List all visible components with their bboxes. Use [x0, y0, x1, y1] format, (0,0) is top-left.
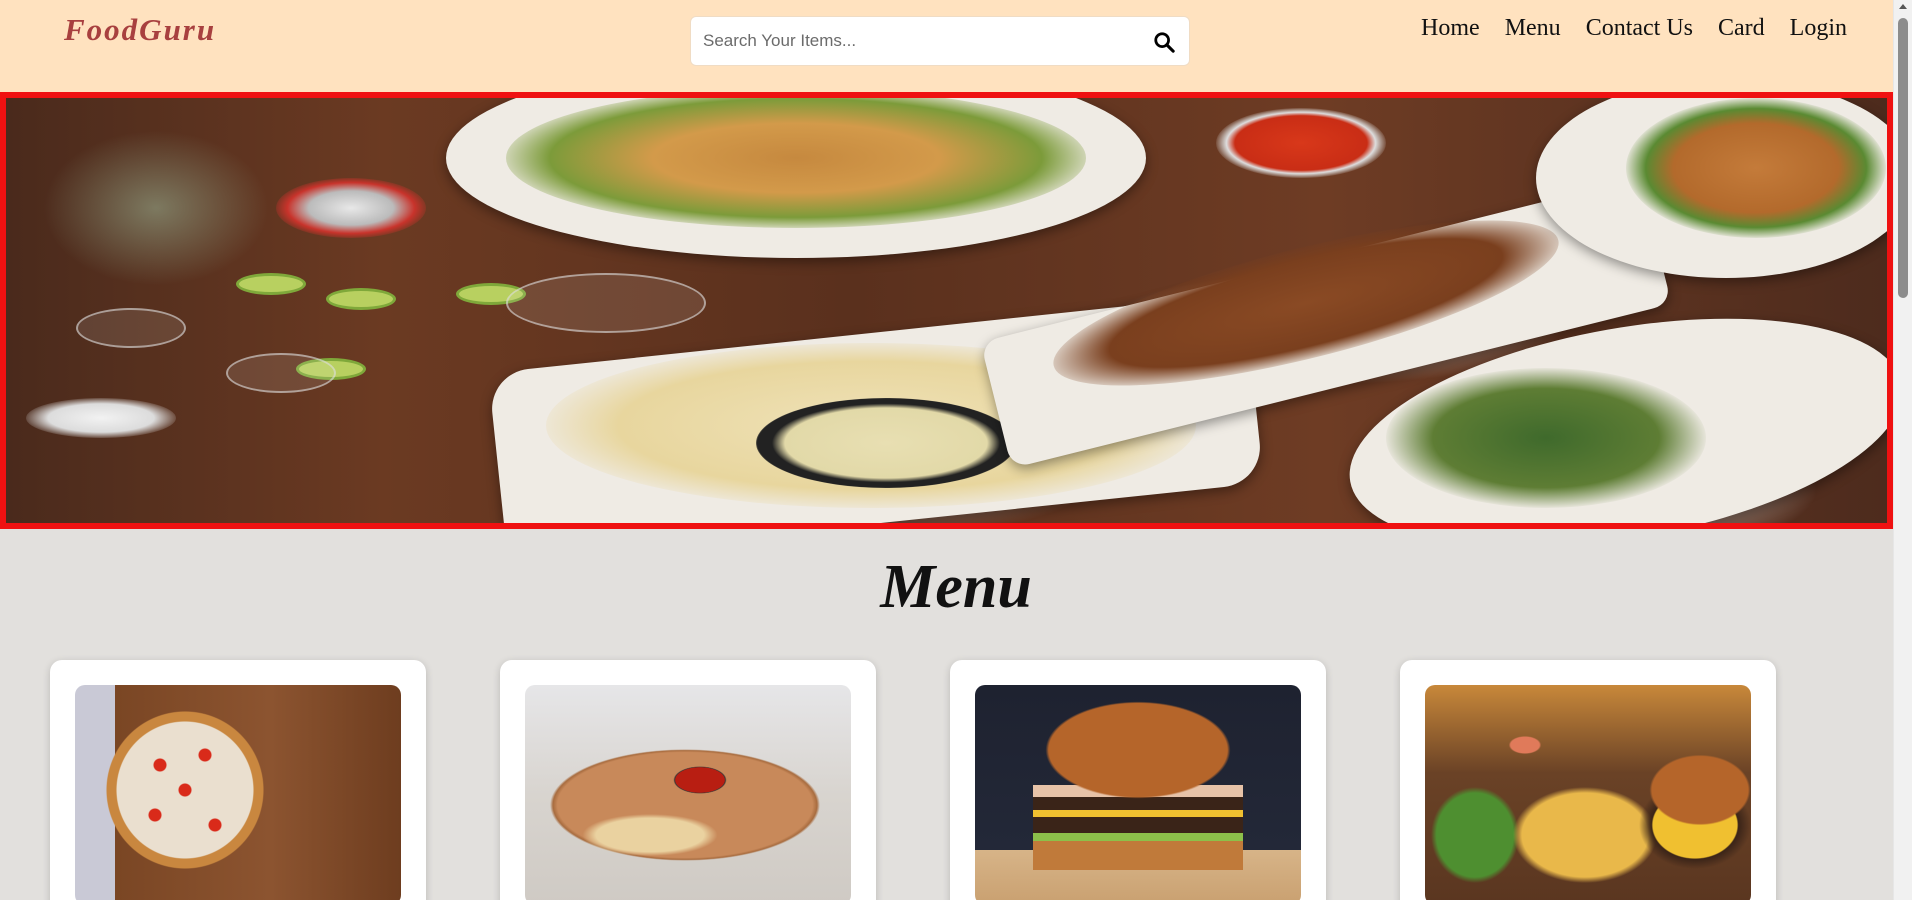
lime-slice: [236, 273, 306, 295]
menu-card-2[interactable]: [500, 660, 876, 900]
green-salad: [1386, 368, 1706, 508]
lime-slice: [326, 288, 396, 310]
menu-title: Menu: [880, 553, 1032, 621]
pizza-image: [75, 685, 401, 900]
page-scrollbar[interactable]: [1893, 0, 1912, 900]
menu-card-1[interactable]: [50, 660, 426, 900]
scroll-thumb[interactable]: [1898, 18, 1908, 298]
search-input[interactable]: [703, 17, 1123, 65]
shot-glass: [76, 308, 186, 348]
nav-home-link[interactable]: Home: [1421, 15, 1480, 42]
search-box: [690, 16, 1190, 66]
main-nav: Home Menu Contact Us Card Login: [1421, 15, 1847, 42]
soda-can: [276, 178, 426, 238]
burger-fries-image: [1425, 685, 1751, 900]
nav-login-link[interactable]: Login: [1790, 15, 1847, 42]
shot-glass: [506, 273, 706, 333]
nav-contact-link[interactable]: Contact Us: [1586, 15, 1693, 42]
burger-image: [975, 685, 1301, 900]
brand-logo[interactable]: FoodGuru: [64, 12, 216, 48]
spring-rolls-image: [525, 685, 851, 900]
scroll-up-arrow-icon[interactable]: [1899, 4, 1907, 9]
menu-card-4[interactable]: [1400, 660, 1776, 900]
burger-top-right: [1626, 98, 1886, 238]
food-spread-hero-image: [0, 92, 1893, 529]
shot-glass: [226, 353, 336, 393]
salt-shaker: [26, 398, 176, 438]
menu-card-3[interactable]: [950, 660, 1326, 900]
hot-sauce-cup: [1216, 108, 1386, 178]
nav-card-link[interactable]: Card: [1718, 15, 1765, 42]
search-button[interactable]: [1147, 25, 1181, 59]
salad-food: [506, 98, 1086, 228]
queso-bowl: [756, 398, 1016, 488]
navbar: FoodGuru Home Menu Contact Us Card Login: [0, 0, 1893, 92]
search-icon: [1154, 32, 1175, 53]
nav-menu-link[interactable]: Menu: [1505, 15, 1561, 42]
